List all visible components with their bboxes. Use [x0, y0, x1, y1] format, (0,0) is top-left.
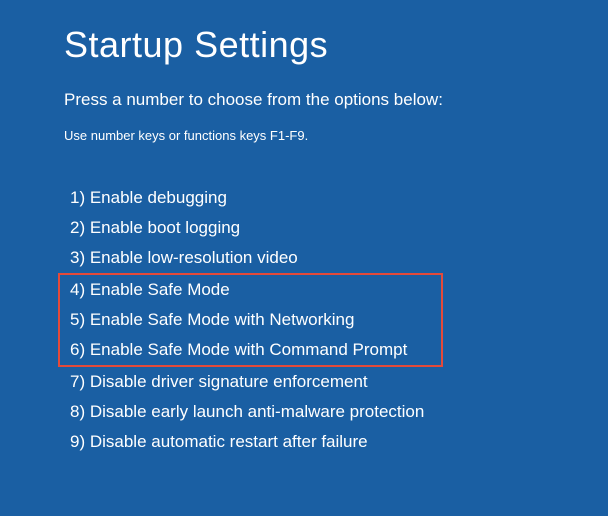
option-enable-debugging[interactable]: 1) Enable debugging — [64, 183, 608, 213]
instruction-hint: Use number keys or functions keys F1-F9. — [64, 128, 608, 143]
option-enable-low-resolution-video[interactable]: 3) Enable low-resolution video — [64, 243, 608, 273]
safe-mode-highlight-box: 4) Enable Safe Mode 5) Enable Safe Mode … — [58, 273, 443, 367]
page-subtitle: Press a number to choose from the option… — [64, 90, 608, 110]
option-disable-automatic-restart[interactable]: 9) Disable automatic restart after failu… — [64, 427, 608, 457]
option-enable-boot-logging[interactable]: 2) Enable boot logging — [64, 213, 608, 243]
option-enable-safe-mode-networking[interactable]: 5) Enable Safe Mode with Networking — [64, 305, 437, 335]
option-enable-safe-mode[interactable]: 4) Enable Safe Mode — [64, 275, 437, 305]
startup-options-list: 1) Enable debugging 2) Enable boot loggi… — [64, 183, 608, 457]
option-enable-safe-mode-command-prompt[interactable]: 6) Enable Safe Mode with Command Prompt — [64, 335, 437, 365]
option-disable-anti-malware[interactable]: 8) Disable early launch anti-malware pro… — [64, 397, 608, 427]
page-title: Startup Settings — [64, 24, 608, 66]
option-disable-driver-signature[interactable]: 7) Disable driver signature enforcement — [64, 367, 608, 397]
